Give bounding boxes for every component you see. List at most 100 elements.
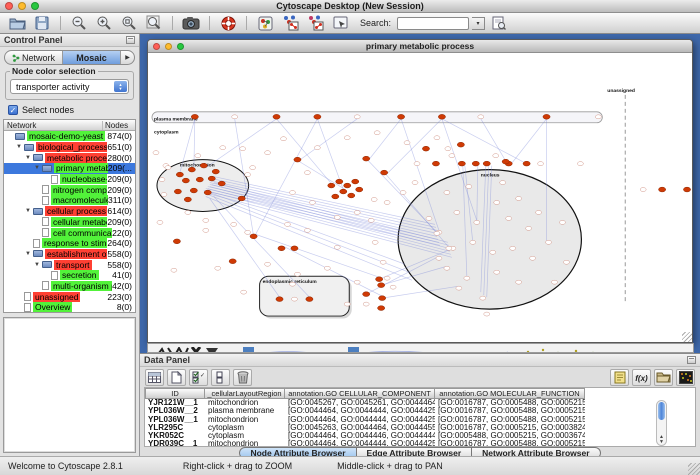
node-color-dropdown[interactable]: transporter activity (10, 79, 129, 94)
network-node-selected[interactable] (306, 297, 313, 302)
network-node-selected[interactable] (173, 239, 180, 244)
network-node[interactable] (354, 210, 360, 214)
tree-row-macromolecule[interactable]: macromolecule311(0) (4, 195, 135, 206)
network-node[interactable] (474, 220, 480, 224)
network-node-selected[interactable] (190, 188, 197, 193)
network-node[interactable] (372, 240, 378, 244)
network-node-selected[interactable] (191, 114, 198, 119)
select-attributes-icon[interactable]: ✓ (189, 369, 208, 386)
network-node[interactable] (577, 162, 583, 166)
network-node[interactable] (552, 280, 558, 284)
tree-row-secretion[interactable]: secretion41(0) (4, 270, 135, 281)
table-row[interactable]: YLR295Ccytoplasm[GO:0045263, GO:0044464,… (145, 424, 695, 432)
table-row[interactable]: YPL036W__1mitochondrion[GO:0044464, GO:0… (145, 416, 695, 424)
tab-network[interactable]: Network (5, 51, 63, 64)
network-node-selected[interactable] (291, 246, 298, 251)
tree-row-mosaic-demo-yeast[interactable]: mosaic-demo-yeast874(0) (4, 131, 135, 142)
attribute-matrix-icon[interactable] (676, 369, 695, 386)
network-node[interactable] (185, 210, 191, 214)
network-edge[interactable] (208, 195, 409, 273)
network-node[interactable] (203, 228, 209, 232)
network-node-selected[interactable] (422, 146, 429, 151)
network-node[interactable] (165, 166, 171, 170)
network-node[interactable] (354, 280, 360, 284)
unselect-attributes-icon[interactable] (211, 369, 230, 386)
background-window-strip[interactable] (147, 343, 694, 353)
tree-row-metabolic-process[interactable]: ▼metabolic process280(0) (4, 152, 135, 163)
network-node-selected[interactable] (363, 292, 370, 297)
network-node[interactable] (384, 200, 390, 204)
network-node[interactable] (414, 162, 420, 166)
network-node[interactable] (291, 297, 297, 301)
tree-row-nucleobase-[interactable]: nucleobase-209(0) (4, 174, 135, 185)
network-node[interactable] (454, 210, 460, 214)
network-node[interactable] (563, 260, 569, 264)
network-node[interactable] (368, 218, 374, 222)
network-node-selected[interactable] (659, 187, 666, 192)
tree-column-nodes[interactable]: Nodes (103, 121, 135, 130)
network-node[interactable] (446, 246, 452, 250)
network-node[interactable] (153, 151, 159, 155)
network-node[interactable] (203, 218, 209, 222)
expand-arrow-icon[interactable]: ▼ (34, 165, 42, 171)
network-node[interactable] (466, 185, 472, 189)
window-resize-grip[interactable] (688, 463, 700, 475)
plasma-membrane-region[interactable] (152, 112, 602, 123)
tree-row-biological-process[interactable]: ▼biological_process651(0) (4, 142, 135, 153)
network-node[interactable] (314, 146, 320, 150)
network-node[interactable] (384, 276, 390, 280)
network-edge[interactable] (297, 119, 357, 162)
birdseye-view[interactable] (3, 317, 136, 453)
network-node[interactable] (536, 210, 542, 214)
network-node[interactable] (159, 178, 165, 182)
zoom-in-icon[interactable] (93, 14, 115, 32)
network-edge[interactable] (368, 119, 401, 161)
open-file-icon[interactable] (6, 14, 28, 32)
table-row[interactable]: YDR039C__1mitochondrion[GO:0044464, GO:0… (145, 440, 695, 447)
network-node-selected[interactable] (294, 157, 301, 162)
network-node[interactable] (640, 188, 646, 192)
network-node-selected[interactable] (379, 296, 386, 301)
apply-layout-2-icon[interactable] (304, 14, 326, 32)
network-node-selected[interactable] (472, 161, 479, 166)
network-node-selected[interactable] (381, 170, 388, 175)
tree-row-response-to-stimulu[interactable]: response to stimulu264(0) (4, 238, 135, 249)
network-node-selected[interactable] (328, 183, 335, 188)
network-node[interactable] (500, 181, 506, 185)
network-node[interactable] (530, 256, 536, 260)
help-lifering-icon[interactable] (217, 14, 239, 32)
network-node-selected[interactable] (348, 193, 355, 198)
network-node-selected[interactable] (188, 167, 195, 172)
annotation-select-icon[interactable] (329, 14, 351, 32)
network-canvas[interactable]: plasma membrane cytoplasm mitochondrion … (148, 53, 692, 342)
import-attributes-icon[interactable] (654, 369, 673, 386)
network-node-selected[interactable] (229, 259, 236, 264)
network-node-selected[interactable] (273, 114, 280, 119)
select-nodes-checkbox[interactable] (8, 105, 18, 115)
vizmapper-icon[interactable] (254, 14, 276, 32)
network-node-selected[interactable] (523, 161, 530, 166)
network-node-selected[interactable] (332, 194, 339, 199)
network-node-selected[interactable] (182, 178, 189, 183)
tree-row-unassigned[interactable]: unassigned223(0) (4, 291, 135, 302)
network-node[interactable] (309, 200, 315, 204)
network-node[interactable] (304, 171, 310, 175)
network-node[interactable] (231, 222, 237, 226)
network-node[interactable] (220, 146, 226, 150)
network-node[interactable] (404, 141, 410, 145)
column-header-cellular-component[interactable]: annotation.GO CELLULAR_COMPONENT (285, 388, 435, 399)
network-node[interactable] (171, 268, 177, 272)
float-data-panel-icon[interactable] (687, 356, 696, 364)
network-node[interactable] (250, 166, 256, 170)
tree-row-nitrogen-compo[interactable]: nitrogen compo209(0) (4, 184, 135, 195)
scrollbar-thumb[interactable] (658, 402, 665, 420)
network-node[interactable] (215, 266, 221, 270)
network-node-selected[interactable] (250, 234, 257, 239)
scrollbar-arrows[interactable]: ▲▼ (657, 435, 666, 445)
network-node[interactable] (516, 280, 522, 284)
network-node[interactable] (480, 296, 486, 300)
network-node-selected[interactable] (483, 161, 490, 166)
network-node[interactable] (445, 147, 451, 151)
network-node-selected[interactable] (344, 183, 351, 188)
network-node-selected[interactable] (204, 190, 211, 195)
